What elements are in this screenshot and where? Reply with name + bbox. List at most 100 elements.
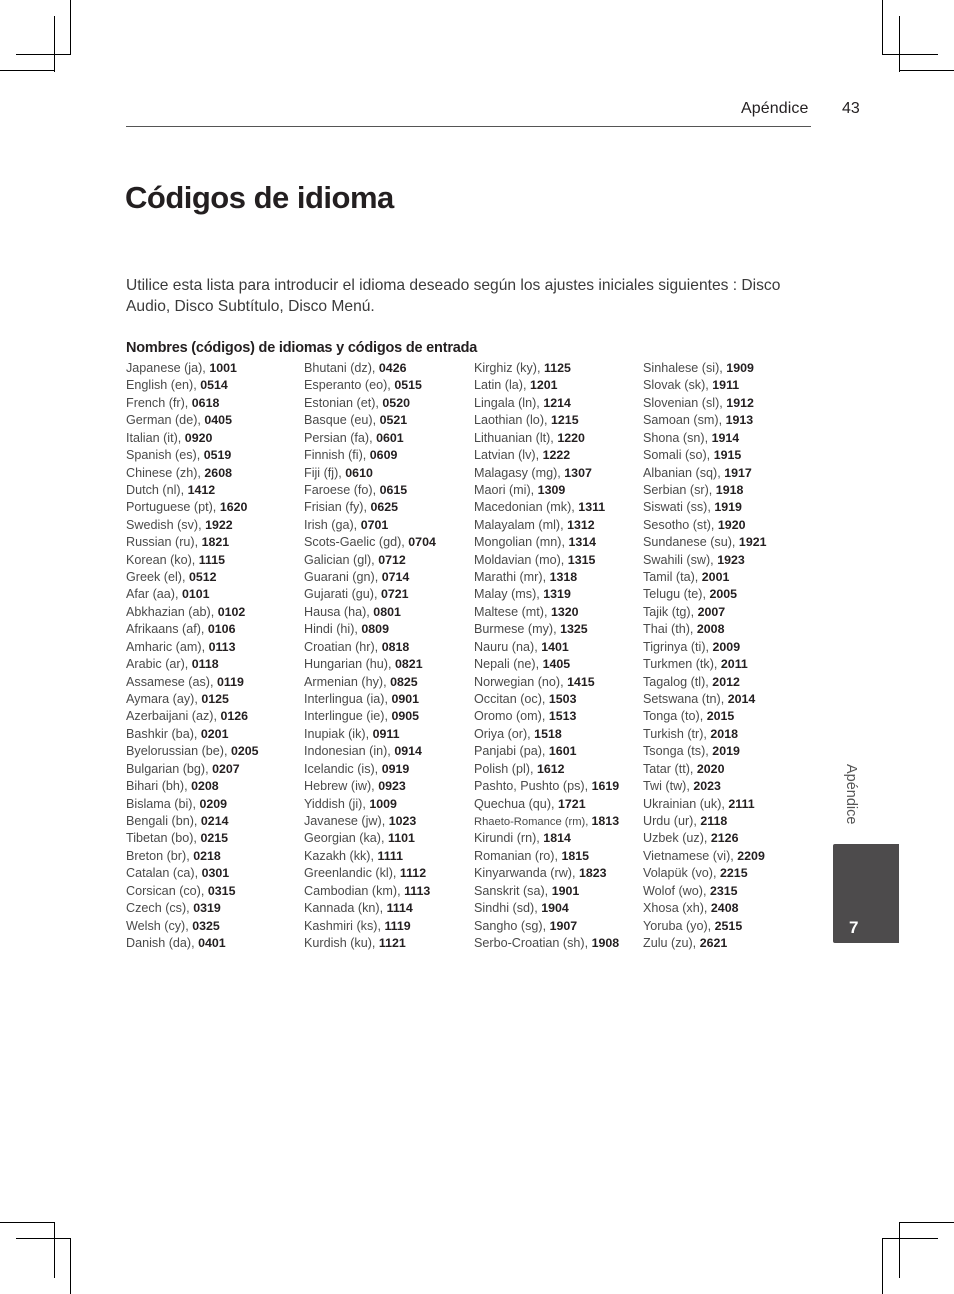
crop-mark: [882, 1238, 883, 1294]
language-name: Esperanto (eo),: [304, 378, 395, 393]
language-name: German (de),: [126, 413, 205, 428]
language-name: Latin (la),: [474, 378, 530, 393]
language-name: Mongolian (mn),: [474, 535, 569, 550]
language-name: Serbian (sr),: [643, 482, 716, 497]
language-code: 0601: [376, 430, 404, 445]
language-code: 2209: [737, 848, 765, 863]
language-code: 2621: [699, 935, 728, 950]
language-code: 0426: [378, 361, 407, 375]
language-name: Sindhi (sd),: [474, 901, 542, 916]
crop-mark: [70, 0, 71, 55]
language-name: Kirundi (rn),: [474, 831, 544, 846]
language-name: Welsh (cy),: [126, 918, 193, 933]
language-entry: Fiji (fj), 0610: [304, 465, 436, 482]
crop-mark: [16, 1238, 71, 1239]
language-code: 0207: [212, 761, 240, 776]
language-code: 0519: [203, 448, 232, 463]
language-name: Turkmen (tk),: [643, 657, 721, 672]
language-code: 0325: [192, 918, 220, 933]
language-name: Croatian (hr),: [304, 639, 382, 654]
language-entry: Oriya (or), 1518: [474, 726, 619, 743]
language-entry: Bislama (bi), 0209: [126, 796, 259, 813]
language-entry: Inupiak (ik), 0911: [304, 726, 436, 743]
language-code: 0618: [191, 395, 220, 410]
language-entry: Gujarati (gu), 0721: [304, 586, 436, 603]
language-code: 2012: [712, 674, 740, 689]
language-code: 2001: [701, 570, 730, 585]
language-code: 2007: [697, 604, 726, 619]
language-entry: Tigrinya (ti), 2009: [643, 639, 767, 656]
language-entry: Nepali (ne), 1405: [474, 656, 619, 673]
language-code: 1909: [726, 361, 754, 375]
language-name: Malagasy (mg),: [474, 465, 565, 480]
language-name: Hausa (ha),: [304, 604, 374, 619]
language-code: 0818: [381, 639, 410, 654]
language-code: 1620: [219, 500, 248, 515]
intro-paragraph: Utilice esta lista para introducir el id…: [126, 277, 781, 315]
language-entry: Malagasy (mg), 1307: [474, 465, 619, 482]
language-entry: Cambodian (km), 1113: [304, 883, 436, 900]
language-entry: Hungarian (hu), 0821: [304, 656, 436, 673]
language-name: Afar (aa),: [126, 587, 182, 602]
language-entry: Greenlandic (kl), 1112: [304, 865, 436, 882]
language-code: 0218: [193, 848, 221, 863]
language-entry: Moldavian (mo), 1315: [474, 552, 619, 569]
language-code: 0215: [200, 831, 229, 846]
language-name: Albanian (sq),: [643, 465, 725, 480]
language-entry: Icelandic (is), 0919: [304, 761, 436, 778]
language-code: 0119: [216, 674, 244, 689]
language-name: Uzbek (uz),: [643, 831, 711, 846]
language-code: 0205: [231, 744, 259, 759]
language-name: Tajik (tg),: [643, 604, 698, 619]
language-code: 1009: [369, 796, 397, 811]
language-name: Afrikaans (af),: [126, 622, 208, 637]
language-entry: Sangho (sg), 1907: [474, 918, 619, 935]
language-entry: Vietnamese (vi), 2209: [643, 848, 767, 865]
language-code: 0214: [200, 813, 229, 828]
language-column-1: Japanese (ja), 1001 English (en), 0514 Fre…: [126, 360, 259, 952]
language-name: Basque (eu),: [304, 413, 380, 428]
language-code: 1111: [377, 848, 403, 863]
language-entry: Catalan (ca), 0301: [126, 865, 259, 882]
language-entry: Albanian (sq), 1917: [643, 465, 767, 482]
language-entry: Sinhalese (si), 1909: [643, 360, 767, 377]
language-column-4: Sinhalese (si), 1909 Slovak (sk), 1911 Slo…: [643, 360, 767, 952]
language-code: 1119: [384, 918, 411, 933]
language-code: 1319: [543, 587, 571, 602]
language-entry: Tatar (tt), 2020: [643, 761, 767, 778]
language-entry: Lingala (ln), 1214: [474, 395, 619, 412]
language-name: Danish (da),: [126, 935, 199, 950]
language-name: Czech (cs),: [126, 901, 194, 916]
language-entry: Danish (da), 0401: [126, 935, 259, 952]
language-name: Zulu (zu),: [643, 935, 700, 950]
language-code: 1309: [537, 482, 566, 497]
language-code: 0625: [370, 500, 399, 515]
language-name: Frisian (fy),: [304, 500, 371, 515]
language-name: Tatar (tt),: [643, 761, 697, 776]
language-code: 1823: [578, 866, 607, 881]
language-entry: Laothian (lo), 1215: [474, 412, 619, 429]
language-name: Greek (el),: [126, 570, 189, 585]
language-name: Assamese (as),: [126, 674, 217, 689]
chapter-tab: 7: [833, 844, 899, 943]
language-name: Sinhalese (si),: [643, 361, 727, 375]
language-code: 1325: [560, 622, 588, 637]
language-code: 0514: [200, 378, 228, 393]
language-entry: Turkish (tr), 2018: [643, 726, 767, 743]
language-name: Bihari (bh),: [126, 779, 192, 794]
language-code: 0113: [208, 639, 236, 654]
language-entry: Occitan (oc), 1503: [474, 691, 619, 708]
language-code: 0920: [184, 430, 213, 445]
language-entry: Japanese (ja), 1001: [126, 360, 259, 377]
language-entry: Afrikaans (af), 0106: [126, 621, 259, 638]
language-name: Tibetan (bo),: [126, 831, 201, 846]
language-name: Lithuanian (lt),: [474, 430, 558, 445]
language-name: Gujarati (gu),: [304, 587, 381, 602]
crop-mark: [16, 54, 71, 55]
list-heading: Nombres (códigos) de idiomas y códigos d…: [126, 340, 478, 356]
language-entry: Dutch (nl), 1412: [126, 482, 259, 499]
language-code: 2023: [693, 779, 721, 794]
language-entry: Sindhi (sd), 1904: [474, 900, 619, 917]
language-name: Italian (it),: [126, 430, 185, 445]
language-name: Setswana (tn),: [643, 692, 728, 707]
